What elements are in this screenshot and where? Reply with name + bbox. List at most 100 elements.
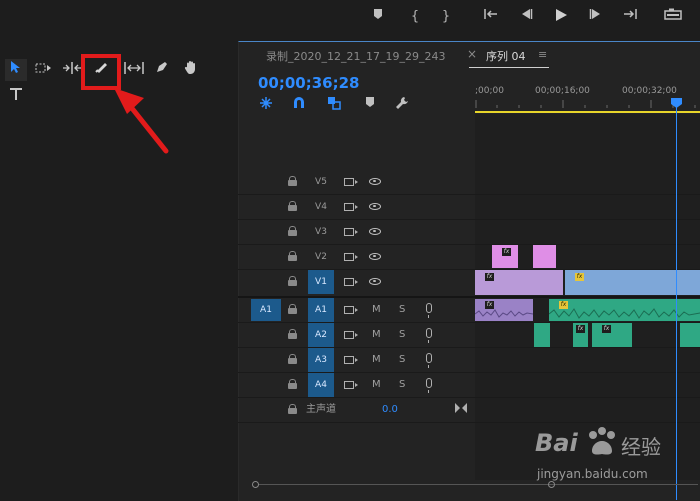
selection-tool[interactable] <box>5 59 27 81</box>
paw-logo-icon <box>589 427 615 455</box>
track-name[interactable]: V1 <box>308 270 334 294</box>
mark-out-icon[interactable]: } <box>437 8 455 26</box>
lock-icon[interactable] <box>288 176 297 186</box>
solo-button[interactable]: S <box>399 298 405 322</box>
audio-clip-a2[interactable] <box>534 323 550 347</box>
ruler-label: 00;00;16;00 <box>535 86 590 96</box>
lock-icon[interactable] <box>288 251 297 261</box>
linked-selection-icon[interactable] <box>326 96 342 112</box>
solo-button[interactable]: S <box>399 373 405 397</box>
track-name[interactable]: V2 <box>308 245 334 269</box>
track-header-v3: V3 <box>238 220 474 244</box>
mute-button[interactable]: M <box>372 323 381 347</box>
time-ruler[interactable]: ;00;00 00;00;16;00 00;00;32;00 <box>475 82 700 114</box>
video-clip-v2[interactable] <box>533 245 556 268</box>
sync-lock-icon[interactable] <box>344 381 358 389</box>
track-divider <box>238 422 700 423</box>
master-volume-value[interactable]: 0.0 <box>382 398 398 422</box>
slip-tool[interactable] <box>123 59 145 81</box>
track-name[interactable]: V5 <box>308 170 334 194</box>
mute-button[interactable]: M <box>372 348 381 372</box>
go-to-in-icon[interactable] <box>482 8 500 26</box>
hand-tool[interactable] <box>180 59 202 81</box>
mute-button[interactable]: M <box>372 298 381 322</box>
solo-button[interactable]: S <box>399 348 405 372</box>
mute-button[interactable]: M <box>372 373 381 397</box>
lock-icon[interactable] <box>288 226 297 236</box>
ripple-edit-tool[interactable] <box>61 59 83 81</box>
sync-lock-icon[interactable] <box>344 331 358 339</box>
tab-source-sequence[interactable]: 录制_2020_12_21_17_19_29_243 <box>266 48 445 64</box>
sync-lock-icon[interactable] <box>344 178 358 186</box>
track-header-a3: A3 M S <box>238 348 474 372</box>
track-name[interactable]: A2 <box>308 323 334 347</box>
work-area-bar[interactable] <box>475 111 700 113</box>
solo-button[interactable]: S <box>399 323 405 347</box>
sync-lock-icon[interactable] <box>344 228 358 236</box>
mic-icon[interactable] <box>426 353 432 368</box>
eye-icon[interactable] <box>369 253 381 260</box>
track-name[interactable]: A3 <box>308 348 334 372</box>
lock-icon[interactable] <box>288 379 297 389</box>
audio-clip-a1[interactable]: fx <box>475 299 533 321</box>
sync-lock-icon[interactable] <box>344 203 358 211</box>
track-name[interactable]: V4 <box>308 195 334 219</box>
mic-icon[interactable] <box>426 303 432 318</box>
sync-lock-icon[interactable] <box>344 356 358 364</box>
snap-icon[interactable] <box>291 96 307 112</box>
eye-icon[interactable] <box>369 228 381 235</box>
lock-icon[interactable] <box>288 329 297 339</box>
nest-sequence-icon[interactable] <box>258 96 274 112</box>
audio-clip-a2[interactable] <box>680 323 700 347</box>
track-header-v2: V2 <box>238 245 474 269</box>
lock-icon[interactable] <box>288 304 297 314</box>
watermark-url: jingyan.baidu.com <box>537 467 648 481</box>
step-forward-icon[interactable] <box>587 8 605 26</box>
play-icon[interactable] <box>552 8 570 26</box>
tab-sequence-04[interactable]: 序列 04 <box>486 48 526 64</box>
sync-lock-icon[interactable] <box>344 278 358 286</box>
baidu-jingyan-watermark: Bai 经验 jingyan.baidu.com <box>535 425 700 495</box>
track-select-tool[interactable] <box>33 59 55 81</box>
playhead-timecode[interactable]: 00;00;36;28 <box>258 74 360 92</box>
fx-badge: fx <box>485 301 494 309</box>
track-name[interactable]: A1 <box>308 298 334 322</box>
track-name[interactable]: V3 <box>308 220 334 244</box>
mark-in-icon[interactable]: { <box>406 8 424 26</box>
add-marker-icon[interactable] <box>362 96 378 112</box>
video-clip-v1[interactable]: fx <box>475 270 563 295</box>
audio-clip-a1[interactable]: fx <box>549 299 700 321</box>
sync-lock-icon[interactable] <box>344 253 358 261</box>
video-clip-v1[interactable]: fx <box>565 270 700 295</box>
eye-icon[interactable] <box>369 203 381 210</box>
audio-clip-a2[interactable]: fx <box>573 323 588 347</box>
close-icon[interactable]: × <box>467 47 477 61</box>
lock-icon[interactable] <box>288 276 297 286</box>
wrench-icon[interactable] <box>394 96 410 112</box>
fx-badge: fx <box>602 325 611 333</box>
lock-icon[interactable] <box>288 201 297 211</box>
lock-icon[interactable] <box>288 354 297 364</box>
type-tool[interactable] <box>5 86 27 108</box>
camera-icon[interactable] <box>662 8 684 26</box>
eye-icon[interactable] <box>369 278 381 285</box>
track-header-v5: V5 <box>238 170 474 194</box>
watermark-brand: Bai <box>535 429 578 457</box>
sync-lock-icon[interactable] <box>344 306 358 314</box>
go-to-edit-icon[interactable] <box>454 402 468 414</box>
step-back-icon[interactable] <box>517 8 535 26</box>
go-to-out-icon[interactable] <box>621 8 639 26</box>
eye-icon[interactable] <box>369 178 381 185</box>
mic-icon[interactable] <box>426 378 432 393</box>
audio-clip-a2[interactable]: fx <box>592 323 632 347</box>
video-clip-v2[interactable]: fx <box>492 245 518 268</box>
timeline-tabs: 录制_2020_12_21_17_19_29_243 × 序列 04 ≡ <box>238 42 700 68</box>
track-header-master: 主声道 0.0 <box>238 398 474 422</box>
scrollbar-handle-left[interactable] <box>252 481 259 488</box>
pen-tool[interactable] <box>151 59 173 81</box>
lock-icon[interactable] <box>288 404 297 414</box>
mic-icon[interactable] <box>426 328 432 343</box>
panel-menu-icon[interactable]: ≡ <box>538 48 547 61</box>
marker-icon[interactable] <box>369 8 387 26</box>
track-name[interactable]: A4 <box>308 373 334 397</box>
